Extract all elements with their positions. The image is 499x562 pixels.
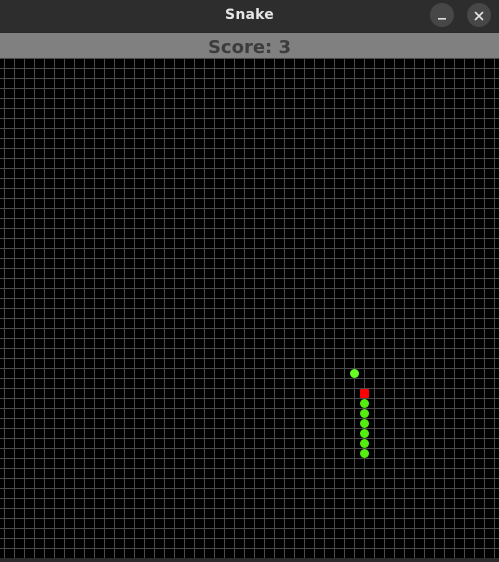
snake-segment (360, 409, 369, 418)
window-title: Snake (225, 7, 274, 23)
minimize-button[interactable] (430, 3, 454, 27)
food-pellet (350, 369, 359, 378)
close-button[interactable] (467, 3, 491, 27)
close-icon (474, 6, 484, 25)
snake-segment (360, 439, 369, 448)
snake-segment (360, 399, 369, 408)
snake-segment (360, 419, 369, 428)
snake-head (360, 389, 369, 398)
title-bar: Snake (0, 0, 499, 32)
minimize-icon (437, 6, 447, 25)
game-board[interactable] (0, 58, 499, 558)
snake-segment (360, 429, 369, 438)
snake-segment (360, 449, 369, 458)
score-bar: Score: 3 (0, 33, 499, 58)
window-bottom-edge (0, 558, 499, 562)
